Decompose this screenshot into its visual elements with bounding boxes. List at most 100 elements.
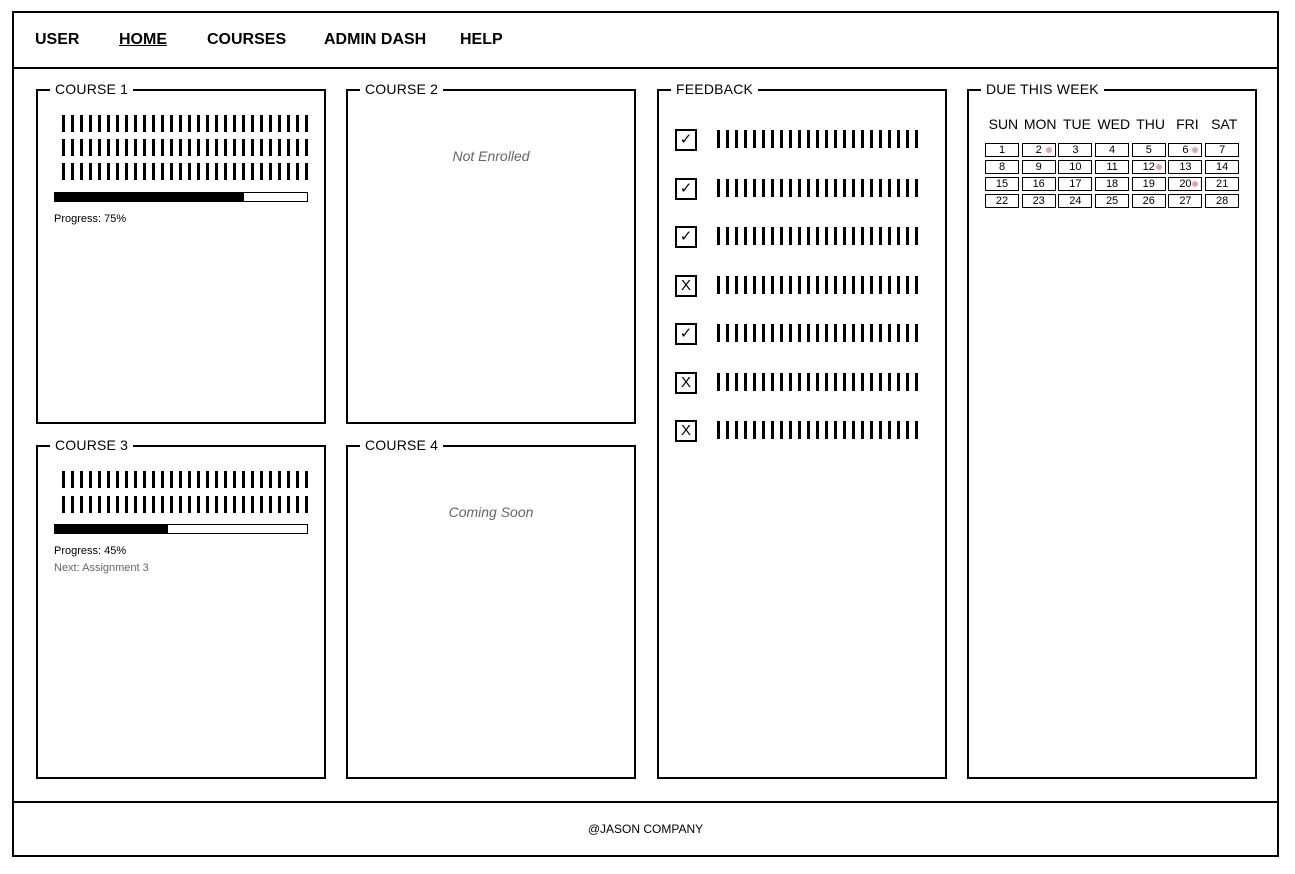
calendar-day[interactable]: 22 bbox=[985, 194, 1019, 208]
feedback-item: X bbox=[675, 420, 925, 442]
x-icon[interactable]: X bbox=[675, 420, 697, 442]
calendar-day-number: 18 bbox=[1105, 178, 1119, 190]
calendar-day[interactable]: 28 bbox=[1205, 194, 1240, 208]
feedback-item: X bbox=[675, 274, 925, 297]
course-3-card[interactable]: COURSE 3 Progress: 45% Next: Assignment … bbox=[36, 437, 326, 779]
weekday-label: TUE bbox=[1062, 116, 1091, 132]
course-1-card[interactable]: COURSE 1 Progress: 75% bbox=[36, 81, 326, 424]
calendar-day[interactable]: 6 bbox=[1168, 143, 1203, 157]
course-1-progress-fill bbox=[55, 193, 244, 201]
calendar-day[interactable]: 26 bbox=[1131, 194, 1166, 208]
calendar-day[interactable]: 3 bbox=[1058, 143, 1093, 157]
x-icon[interactable]: X bbox=[675, 274, 697, 297]
nav-user[interactable]: USER bbox=[35, 31, 79, 49]
calendar-day[interactable]: 12 bbox=[1131, 160, 1166, 174]
calendar-day[interactable]: 4 bbox=[1095, 143, 1130, 157]
calendar-day[interactable]: 21 bbox=[1205, 177, 1240, 191]
calendar-day-number: 28 bbox=[1216, 195, 1229, 207]
calendar-day[interactable]: 10 bbox=[1058, 160, 1093, 174]
calendar-day[interactable]: 18 bbox=[1095, 177, 1130, 191]
feedback-item: ✓ bbox=[675, 129, 925, 151]
feedback-text-line bbox=[717, 372, 921, 391]
calendar-day-number: 5 bbox=[1145, 144, 1152, 156]
feedback-item: ✓ bbox=[675, 177, 925, 200]
weekday-label: SAT bbox=[1211, 116, 1238, 132]
nav-help[interactable]: HELP bbox=[460, 31, 503, 49]
course-3-progress-fill bbox=[55, 525, 169, 533]
feedback-text-line bbox=[717, 227, 921, 245]
footer: @JASON COMPANY bbox=[14, 801, 1277, 855]
calendar-day[interactable]: 2 bbox=[1021, 143, 1056, 157]
nav-courses[interactable]: COURSES bbox=[207, 31, 286, 49]
calendar-day[interactable]: 25 bbox=[1095, 194, 1130, 208]
feedback-text-line bbox=[717, 178, 921, 197]
nav-home[interactable]: HOME bbox=[119, 31, 167, 49]
feedback-text-line bbox=[717, 130, 921, 148]
calendar-day-number: 1 bbox=[998, 144, 1006, 156]
course-4-card[interactable]: COURSE 4 Coming Soon bbox=[346, 437, 636, 779]
calendar-grid: 1 2 3 4 5 6 7 8 9 10 11 12 13 14 15 16 17 18 19 20 21 22 23 24 2… bbox=[985, 143, 1241, 208]
calendar-day[interactable]: 17 bbox=[1058, 177, 1093, 191]
calendar-day-number: 25 bbox=[1105, 195, 1119, 207]
calendar-day[interactable]: 15 bbox=[985, 177, 1019, 191]
calendar-day[interactable]: 20 bbox=[1168, 177, 1203, 191]
feedback-item: ✓ bbox=[675, 226, 925, 248]
course-3-progress-bar bbox=[54, 524, 308, 534]
calendar-day-number: 20 bbox=[1179, 178, 1192, 190]
calendar-day-number: 21 bbox=[1216, 178, 1229, 190]
calendar-day[interactable]: 27 bbox=[1168, 194, 1203, 208]
course-4-title: COURSE 4 bbox=[360, 437, 444, 453]
calendar-day[interactable]: 1 bbox=[985, 143, 1019, 157]
due-this-week-title: DUE THIS WEEK bbox=[981, 81, 1104, 97]
calendar-day[interactable]: 5 bbox=[1131, 143, 1166, 157]
course-3-text-line bbox=[62, 496, 310, 513]
feedback-text-line bbox=[717, 324, 921, 342]
course-1-title: COURSE 1 bbox=[50, 81, 134, 97]
calendar-day[interactable]: 16 bbox=[1021, 177, 1056, 191]
calendar-day-number: 23 bbox=[1032, 195, 1045, 207]
calendar-day-number: 8 bbox=[998, 161, 1006, 173]
calendar-day-number: 27 bbox=[1179, 195, 1192, 207]
check-icon[interactable]: ✓ bbox=[675, 226, 697, 248]
calendar-day[interactable]: 14 bbox=[1205, 160, 1240, 174]
course-1-text-line bbox=[62, 115, 310, 132]
calendar-day-number: 7 bbox=[1219, 144, 1226, 156]
x-icon[interactable]: X bbox=[675, 371, 697, 394]
calendar-day[interactable]: 23 bbox=[1021, 194, 1056, 208]
calendar-day[interactable]: 8 bbox=[985, 160, 1019, 174]
calendar-day-number: 14 bbox=[1216, 161, 1229, 173]
course-2-card[interactable]: COURSE 2 Not Enrolled bbox=[346, 81, 636, 424]
feedback-item: ✓ bbox=[675, 323, 925, 345]
calendar-day-number: 22 bbox=[995, 195, 1009, 207]
due-marker-icon bbox=[1155, 164, 1162, 170]
calendar-day[interactable]: 7 bbox=[1205, 143, 1240, 157]
feedback-panel: FEEDBACK ✓ ✓ ✓ X ✓ X X bbox=[657, 81, 947, 779]
check-icon[interactable]: ✓ bbox=[675, 177, 697, 200]
weekday-label: THU bbox=[1136, 116, 1165, 132]
calendar-day-number: 15 bbox=[995, 178, 1009, 190]
calendar-day-number: 19 bbox=[1142, 178, 1155, 190]
course-1-progress-text: Progress: 75% bbox=[54, 213, 127, 225]
calendar-day[interactable]: 24 bbox=[1058, 194, 1093, 208]
calendar-day-number: 24 bbox=[1069, 195, 1082, 207]
course-4-status: Coming Soon bbox=[448, 504, 534, 520]
feedback-text-line bbox=[717, 421, 921, 439]
calendar-day[interactable]: 13 bbox=[1168, 160, 1203, 174]
calendar-day-number: 26 bbox=[1142, 195, 1155, 207]
course-3-progress-text: Progress: 45% bbox=[54, 545, 127, 557]
feedback-title: FEEDBACK bbox=[671, 81, 759, 97]
due-marker-icon bbox=[1045, 147, 1052, 153]
calendar-day[interactable]: 9 bbox=[1021, 160, 1056, 174]
course-3-next-assignment[interactable]: Next: Assignment 3 bbox=[54, 562, 149, 574]
feedback-text-line bbox=[717, 275, 921, 294]
check-icon[interactable]: ✓ bbox=[675, 129, 697, 151]
nav-admin-dash[interactable]: ADMIN DASH bbox=[324, 31, 426, 49]
course-3-title: COURSE 3 bbox=[50, 437, 134, 453]
due-marker-icon bbox=[1192, 181, 1199, 187]
course-1-text-line bbox=[62, 163, 310, 180]
calendar-day[interactable]: 19 bbox=[1131, 177, 1166, 191]
calendar-day-number: 3 bbox=[1072, 144, 1079, 156]
calendar-day[interactable]: 11 bbox=[1095, 160, 1130, 174]
check-icon[interactable]: ✓ bbox=[675, 323, 697, 345]
course-1-text-line bbox=[62, 139, 310, 156]
